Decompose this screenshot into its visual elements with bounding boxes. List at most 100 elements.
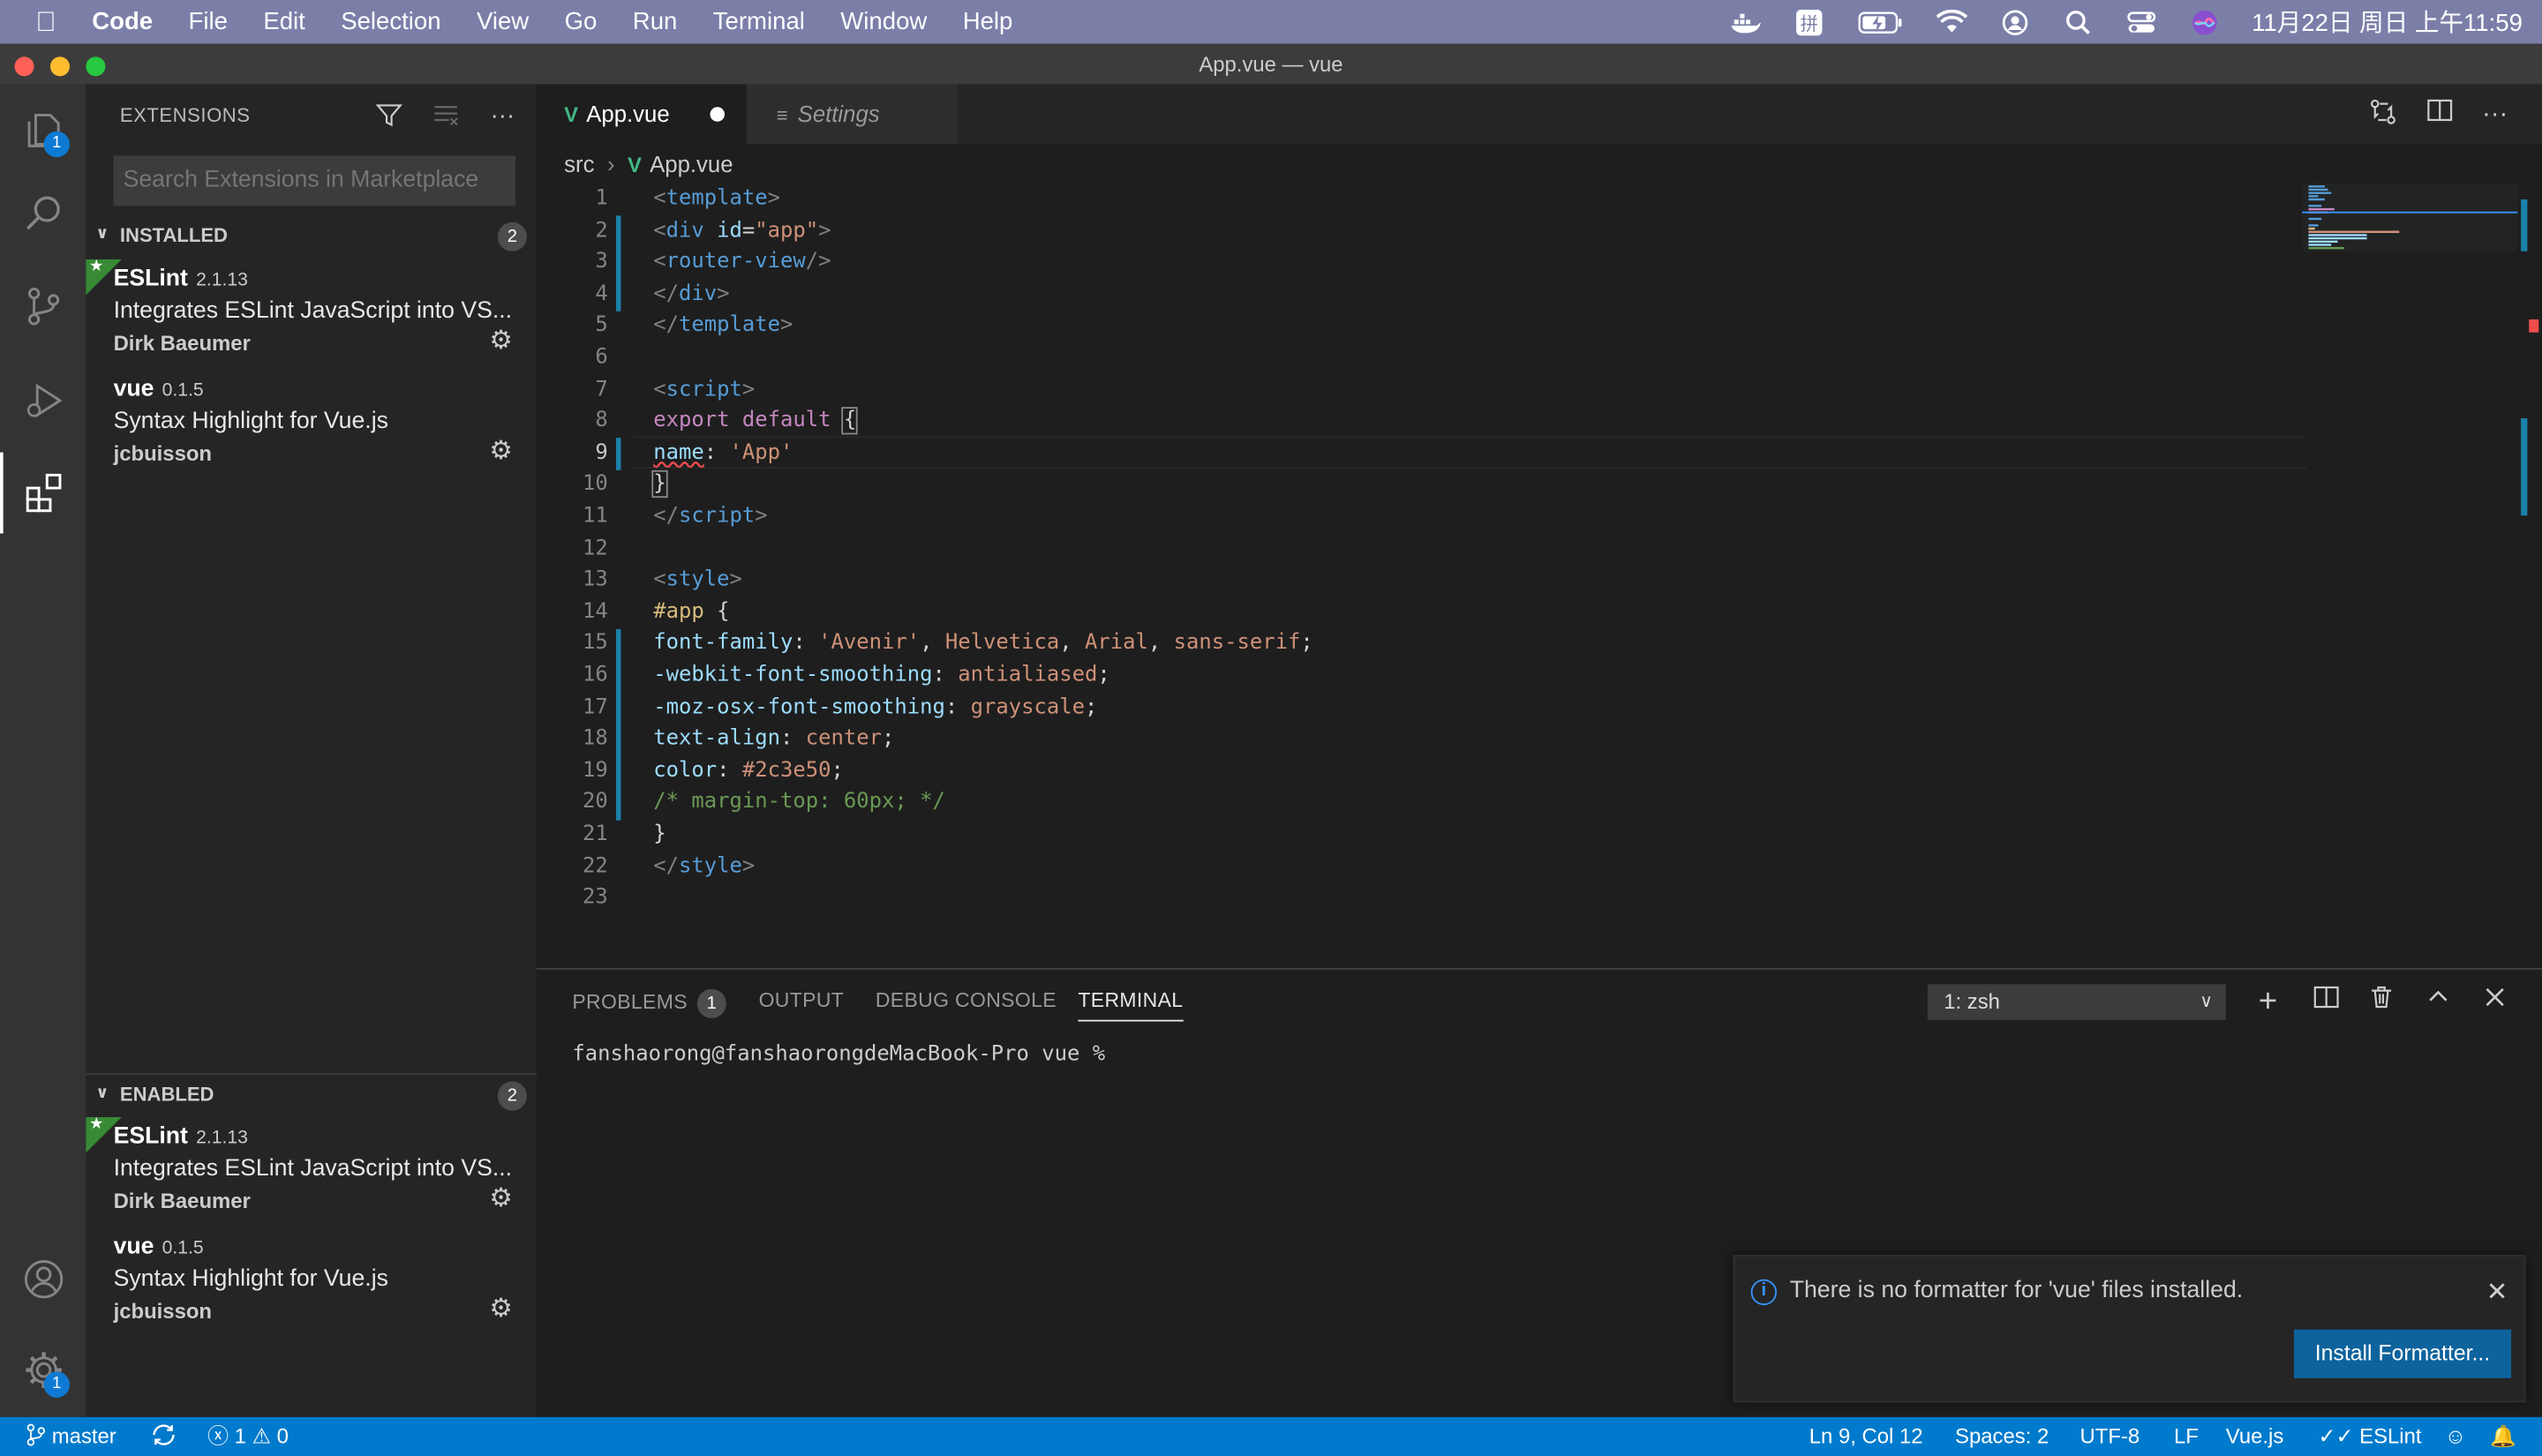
source-control-icon[interactable] (0, 266, 86, 347)
accounts-icon[interactable] (0, 1239, 86, 1320)
tab-debug-console[interactable]: DEBUG CONSOLE (876, 989, 1057, 1012)
extension-version: 2.1.13 (196, 270, 248, 290)
vue-file-icon: V (628, 152, 642, 177)
menu-file[interactable]: File (170, 8, 245, 35)
maximize-panel-icon[interactable] (2420, 984, 2456, 1019)
menu-selection[interactable]: Selection (323, 8, 459, 35)
code-line: </style> (653, 853, 756, 879)
split-terminal-icon[interactable] (2308, 984, 2343, 1019)
more-actions-icon[interactable]: ··· (485, 97, 520, 132)
installed-section-header[interactable]: ∨ INSTALLED 2 (86, 217, 537, 252)
extension-item[interactable]: vue 0.1.5 Syntax Highlight for Vue.js jcb… (86, 1227, 537, 1334)
input-method-icon[interactable]: 拼 (1793, 9, 1825, 35)
explorer-icon[interactable]: 1 (0, 89, 86, 170)
open-changes-icon[interactable] (2365, 97, 2401, 132)
battery-icon[interactable] (1856, 9, 1905, 34)
extension-gear-icon[interactable]: ⚙ (486, 438, 515, 467)
menu-go[interactable]: Go (546, 8, 614, 35)
line-number: 12 (583, 536, 608, 560)
tab-output[interactable]: OUTPUT (759, 989, 845, 1012)
end-of-line[interactable]: LF (2174, 1417, 2199, 1456)
macos-menubar:  Code File Edit Selection View Go Run T… (0, 0, 2542, 44)
editor-scrollbar[interactable] (2517, 183, 2542, 968)
extension-description: Integrates ESLint JavaScript into VS... (113, 298, 513, 325)
user-account-icon[interactable] (1999, 9, 2032, 35)
manage-gear-icon[interactable]: 1 (0, 1330, 86, 1411)
cursor-position[interactable]: Ln 9, Col 12 (1809, 1417, 1923, 1456)
extension-item[interactable]: vue 0.1.5 Syntax Highlight for Vue.js jcb… (86, 370, 537, 477)
close-panel-icon[interactable] (2477, 984, 2512, 1019)
error-icon: ⓧ (207, 1423, 229, 1448)
line-number: 11 (583, 504, 608, 529)
split-editor-icon[interactable] (2422, 97, 2457, 132)
extension-gear-icon[interactable]: ⚙ (486, 1295, 515, 1325)
menu-edit[interactable]: Edit (245, 8, 323, 35)
settings-badge: 1 (43, 1371, 70, 1398)
terminal-select[interactable]: 1: zsh ∨ (1927, 984, 2226, 1020)
tab-settings[interactable]: ≡ Settings (747, 84, 959, 145)
extension-version: 0.1.5 (162, 380, 204, 401)
code-line: export default { (653, 407, 859, 435)
menubar-clock[interactable]: 11月22日 周日 上午11:59 (2252, 5, 2523, 40)
close-window-button[interactable] (14, 56, 34, 77)
encoding[interactable]: UTF-8 (2079, 1417, 2140, 1456)
docker-icon[interactable] (1730, 9, 1763, 34)
new-terminal-icon[interactable]: + (2250, 984, 2285, 1019)
extension-name-text: vue (113, 376, 154, 402)
menu-app-code[interactable]: Code (74, 8, 170, 35)
menu-run[interactable]: Run (615, 8, 696, 35)
menu-help[interactable]: Help (945, 8, 1031, 35)
control-center-icon[interactable] (2125, 9, 2158, 34)
extension-name: ESLint 2.1.13 (114, 1123, 248, 1149)
checkmark-icon: ✓✓ (2318, 1423, 2354, 1448)
extensions-search-input[interactable] (113, 155, 516, 206)
extension-gear-icon[interactable]: ⚙ (486, 1185, 515, 1214)
feedback-icon[interactable]: ☺ (2445, 1417, 2466, 1456)
menu-view[interactable]: View (459, 8, 547, 35)
wifi-icon[interactable] (1936, 9, 1968, 34)
siri-icon[interactable] (2189, 9, 2222, 34)
unsaved-dot-icon[interactable] (710, 107, 726, 122)
eslint-status[interactable]: ✓✓ ESLint (2318, 1417, 2421, 1456)
tab-app-vue[interactable]: V App.vue (536, 84, 746, 145)
clear-extensions-icon[interactable] (428, 97, 463, 132)
breadcrumb-folder[interactable]: src (564, 151, 594, 176)
search-icon[interactable] (0, 174, 86, 255)
git-modified-gutter (615, 628, 621, 821)
trash-icon[interactable] (2364, 984, 2399, 1019)
extensions-icon[interactable] (0, 452, 86, 534)
filter-icon[interactable] (372, 97, 407, 132)
apple-icon[interactable]:  (0, 5, 74, 38)
extension-description: Integrates ESLint JavaScript into VS... (113, 1156, 513, 1182)
terminal-output[interactable]: fanshaorong@fanshaorongdeMacBook-Pro vue… (572, 1042, 1117, 1067)
extension-item[interactable]: ★ ESLint 2.1.13 Integrates ESLint JavaScr… (86, 1115, 537, 1224)
code-editor[interactable]: 1 2 3 4 5 6 7 8 9 10 11 12 13 14 15 16 17 18 19 20 21 22 23 <t… (536, 183, 2518, 968)
extension-publisher: jcbuisson (113, 440, 213, 466)
maximize-window-button[interactable] (86, 56, 106, 77)
terminal-select-value: 1: zsh (1944, 988, 2000, 1014)
line-number: 19 (583, 758, 608, 784)
language-mode[interactable]: Vue.js (2226, 1417, 2283, 1456)
notifications-bell-icon[interactable]: 🔔 (2490, 1417, 2516, 1456)
editor-more-icon[interactable]: ··· (2477, 97, 2512, 132)
install-formatter-button[interactable]: Install Formatter... (2293, 1329, 2512, 1378)
extension-gear-icon[interactable]: ⚙ (486, 327, 515, 356)
menu-window[interactable]: Window (823, 8, 944, 35)
minimap[interactable] (2302, 183, 2523, 968)
tab-problems[interactable]: PROBLEMS 1 (572, 988, 726, 1018)
close-notification-icon[interactable]: ✕ (2486, 1276, 2508, 1309)
run-debug-icon[interactable] (0, 360, 86, 441)
extension-item[interactable]: ★ ESLint 2.1.13 Integrates ESLint JavaScr… (86, 258, 537, 366)
scrollbar-change-marker (2521, 418, 2528, 516)
spotlight-search-icon[interactable] (2062, 9, 2095, 34)
indentation[interactable]: Spaces: 2 (1955, 1417, 2049, 1456)
breadcrumb-file[interactable]: App.vue (650, 151, 733, 176)
menu-terminal[interactable]: Terminal (696, 8, 824, 35)
extension-description: Syntax Highlight for Vue.js (113, 1266, 388, 1293)
minimize-window-button[interactable] (49, 56, 70, 77)
problems-indicator[interactable]: ⓧ 1 ⚠ 0 (207, 1417, 289, 1456)
sync-icon[interactable] (151, 1417, 177, 1456)
enabled-section-header[interactable]: ∨ ENABLED 2 (86, 1077, 537, 1112)
branch-indicator[interactable]: master (26, 1417, 117, 1456)
tab-terminal[interactable]: TERMINAL (1078, 989, 1184, 1022)
